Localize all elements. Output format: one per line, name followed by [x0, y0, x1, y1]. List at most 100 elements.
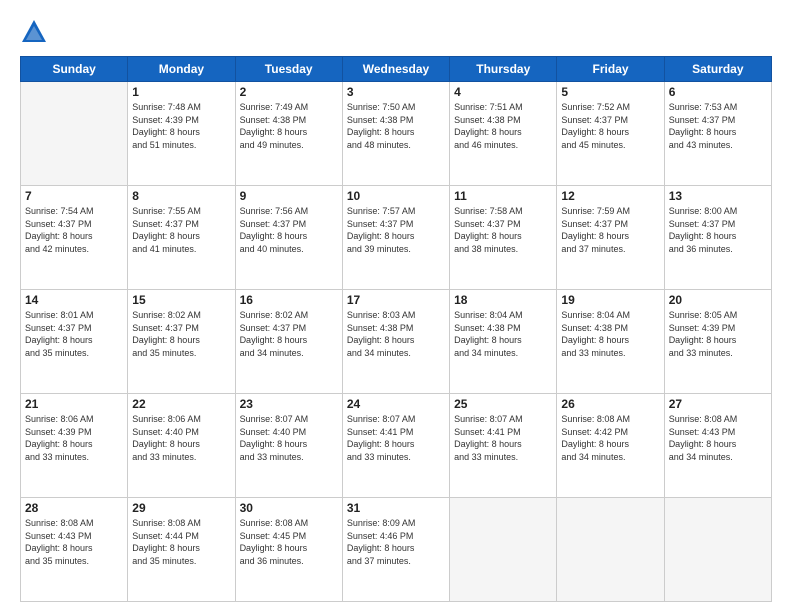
day-info: Sunrise: 8:02 AM Sunset: 4:37 PM Dayligh…: [132, 309, 230, 359]
calendar-table: SundayMondayTuesdayWednesdayThursdayFrid…: [20, 56, 772, 602]
calendar-cell: [450, 498, 557, 602]
calendar-day-header: Thursday: [450, 57, 557, 82]
day-number: 2: [240, 85, 338, 99]
day-number: 26: [561, 397, 659, 411]
day-number: 25: [454, 397, 552, 411]
calendar-cell: 12 Sunrise: 7:59 AM Sunset: 4:37 PM Dayli…: [557, 186, 664, 290]
day-info: Sunrise: 8:08 AM Sunset: 4:43 PM Dayligh…: [669, 413, 767, 463]
calendar-week-row: 7 Sunrise: 7:54 AM Sunset: 4:37 PM Daylig…: [21, 186, 772, 290]
calendar-cell: 9Sunrise: 7:56 AM Sunset: 4:37 PM Daylig…: [235, 186, 342, 290]
day-info: Sunrise: 8:08 AM Sunset: 4:43 PM Dayligh…: [25, 517, 123, 567]
day-number: 27: [669, 397, 767, 411]
day-number: 11: [454, 189, 552, 203]
day-number: 12: [561, 189, 659, 203]
day-info: Sunrise: 8:06 AM Sunset: 4:39 PM Dayligh…: [25, 413, 123, 463]
calendar-cell: [557, 498, 664, 602]
logo: [20, 18, 52, 46]
day-info: Sunrise: 8:09 AM Sunset: 4:46 PM Dayligh…: [347, 517, 445, 567]
day-info: Sunrise: 8:00 AM Sunset: 4:37 PM Dayligh…: [669, 205, 767, 255]
day-info: Sunrise: 7:53 AM Sunset: 4:37 PM Dayligh…: [669, 101, 767, 151]
calendar-cell: 20 Sunrise: 8:05 AM Sunset: 4:39 PM Dayli…: [664, 290, 771, 394]
day-info: Sunrise: 8:04 AM Sunset: 4:38 PM Dayligh…: [454, 309, 552, 359]
day-number: 22: [132, 397, 230, 411]
calendar-cell: 14 Sunrise: 8:01 AM Sunset: 4:37 PM Dayli…: [21, 290, 128, 394]
calendar-cell: 15 Sunrise: 8:02 AM Sunset: 4:37 PM Dayli…: [128, 290, 235, 394]
calendar-header-row: SundayMondayTuesdayWednesdayThursdayFrid…: [21, 57, 772, 82]
day-info: Sunrise: 7:55 AM Sunset: 4:37 PM Dayligh…: [132, 205, 230, 255]
day-number: 6: [669, 85, 767, 99]
calendar-day-header: Monday: [128, 57, 235, 82]
calendar-cell: 11 Sunrise: 7:58 AM Sunset: 4:37 PM Dayli…: [450, 186, 557, 290]
day-info: Sunrise: 7:57 AM Sunset: 4:37 PM Dayligh…: [347, 205, 445, 255]
day-info: Sunrise: 7:54 AM Sunset: 4:37 PM Dayligh…: [25, 205, 123, 255]
day-number: 31: [347, 501, 445, 515]
calendar-cell: 5 Sunrise: 7:52 AM Sunset: 4:37 PM Daylig…: [557, 82, 664, 186]
calendar-cell: 8 Sunrise: 7:55 AM Sunset: 4:37 PM Daylig…: [128, 186, 235, 290]
day-info: Sunrise: 8:07 AM Sunset: 4:40 PM Dayligh…: [240, 413, 338, 463]
day-number: 23: [240, 397, 338, 411]
calendar-cell: 17Sunrise: 8:03 AM Sunset: 4:38 PM Dayli…: [342, 290, 449, 394]
calendar-cell: 24 Sunrise: 8:07 AM Sunset: 4:41 PM Dayli…: [342, 394, 449, 498]
calendar-week-row: 14 Sunrise: 8:01 AM Sunset: 4:37 PM Dayli…: [21, 290, 772, 394]
logo-icon: [20, 18, 48, 46]
calendar-cell: 23 Sunrise: 8:07 AM Sunset: 4:40 PM Dayli…: [235, 394, 342, 498]
calendar-cell: 29Sunrise: 8:08 AM Sunset: 4:44 PM Dayli…: [128, 498, 235, 602]
calendar-cell: 31 Sunrise: 8:09 AM Sunset: 4:46 PM Dayli…: [342, 498, 449, 602]
day-number: 28: [25, 501, 123, 515]
day-info: Sunrise: 7:58 AM Sunset: 4:37 PM Dayligh…: [454, 205, 552, 255]
calendar-day-header: Wednesday: [342, 57, 449, 82]
calendar-cell: 7 Sunrise: 7:54 AM Sunset: 4:37 PM Daylig…: [21, 186, 128, 290]
day-info: Sunrise: 7:52 AM Sunset: 4:37 PM Dayligh…: [561, 101, 659, 151]
calendar-cell: 27 Sunrise: 8:08 AM Sunset: 4:43 PM Dayli…: [664, 394, 771, 498]
day-number: 21: [25, 397, 123, 411]
day-info: Sunrise: 8:05 AM Sunset: 4:39 PM Dayligh…: [669, 309, 767, 359]
day-number: 16: [240, 293, 338, 307]
day-number: 13: [669, 189, 767, 203]
day-info: Sunrise: 7:51 AM Sunset: 4:38 PM Dayligh…: [454, 101, 552, 151]
calendar-day-header: Sunday: [21, 57, 128, 82]
calendar-cell: 16 Sunrise: 8:02 AM Sunset: 4:37 PM Dayli…: [235, 290, 342, 394]
calendar-week-row: 1 Sunrise: 7:48 AM Sunset: 4:39 PM Daylig…: [21, 82, 772, 186]
day-number: 7: [25, 189, 123, 203]
day-info: Sunrise: 8:02 AM Sunset: 4:37 PM Dayligh…: [240, 309, 338, 359]
day-info: Sunrise: 8:07 AM Sunset: 4:41 PM Dayligh…: [454, 413, 552, 463]
day-number: 29: [132, 501, 230, 515]
day-number: 5: [561, 85, 659, 99]
calendar-cell: 6 Sunrise: 7:53 AM Sunset: 4:37 PM Daylig…: [664, 82, 771, 186]
day-info: Sunrise: 7:59 AM Sunset: 4:37 PM Dayligh…: [561, 205, 659, 255]
day-number: 30: [240, 501, 338, 515]
day-number: 8: [132, 189, 230, 203]
day-info: Sunrise: 7:48 AM Sunset: 4:39 PM Dayligh…: [132, 101, 230, 151]
calendar-cell: 19 Sunrise: 8:04 AM Sunset: 4:38 PM Dayli…: [557, 290, 664, 394]
day-info: Sunrise: 7:50 AM Sunset: 4:38 PM Dayligh…: [347, 101, 445, 151]
calendar-cell: 28 Sunrise: 8:08 AM Sunset: 4:43 PM Dayli…: [21, 498, 128, 602]
calendar-cell: 1 Sunrise: 7:48 AM Sunset: 4:39 PM Daylig…: [128, 82, 235, 186]
header: [20, 18, 772, 46]
calendar-day-header: Friday: [557, 57, 664, 82]
day-info: Sunrise: 8:01 AM Sunset: 4:37 PM Dayligh…: [25, 309, 123, 359]
day-info: Sunrise: 7:56 AM Sunset: 4:37 PM Dayligh…: [240, 205, 338, 255]
calendar-cell: 2Sunrise: 7:49 AM Sunset: 4:38 PM Daylig…: [235, 82, 342, 186]
day-number: 19: [561, 293, 659, 307]
calendar-cell: 18 Sunrise: 8:04 AM Sunset: 4:38 PM Dayli…: [450, 290, 557, 394]
day-info: Sunrise: 8:07 AM Sunset: 4:41 PM Dayligh…: [347, 413, 445, 463]
day-number: 18: [454, 293, 552, 307]
calendar-cell: 21 Sunrise: 8:06 AM Sunset: 4:39 PM Dayli…: [21, 394, 128, 498]
calendar-cell: 30 Sunrise: 8:08 AM Sunset: 4:45 PM Dayli…: [235, 498, 342, 602]
day-info: Sunrise: 8:08 AM Sunset: 4:45 PM Dayligh…: [240, 517, 338, 567]
day-info: Sunrise: 8:04 AM Sunset: 4:38 PM Dayligh…: [561, 309, 659, 359]
calendar-cell: 13 Sunrise: 8:00 AM Sunset: 4:37 PM Dayli…: [664, 186, 771, 290]
page: SundayMondayTuesdayWednesdayThursdayFrid…: [0, 0, 792, 612]
day-number: 20: [669, 293, 767, 307]
day-number: 14: [25, 293, 123, 307]
day-number: 1: [132, 85, 230, 99]
calendar-cell: 4 Sunrise: 7:51 AM Sunset: 4:38 PM Daylig…: [450, 82, 557, 186]
calendar-cell: [664, 498, 771, 602]
day-number: 17: [347, 293, 445, 307]
day-number: 15: [132, 293, 230, 307]
day-info: Sunrise: 8:08 AM Sunset: 4:42 PM Dayligh…: [561, 413, 659, 463]
calendar-cell: 10Sunrise: 7:57 AM Sunset: 4:37 PM Dayli…: [342, 186, 449, 290]
calendar-cell: 25 Sunrise: 8:07 AM Sunset: 4:41 PM Dayli…: [450, 394, 557, 498]
day-number: 4: [454, 85, 552, 99]
day-number: 24: [347, 397, 445, 411]
